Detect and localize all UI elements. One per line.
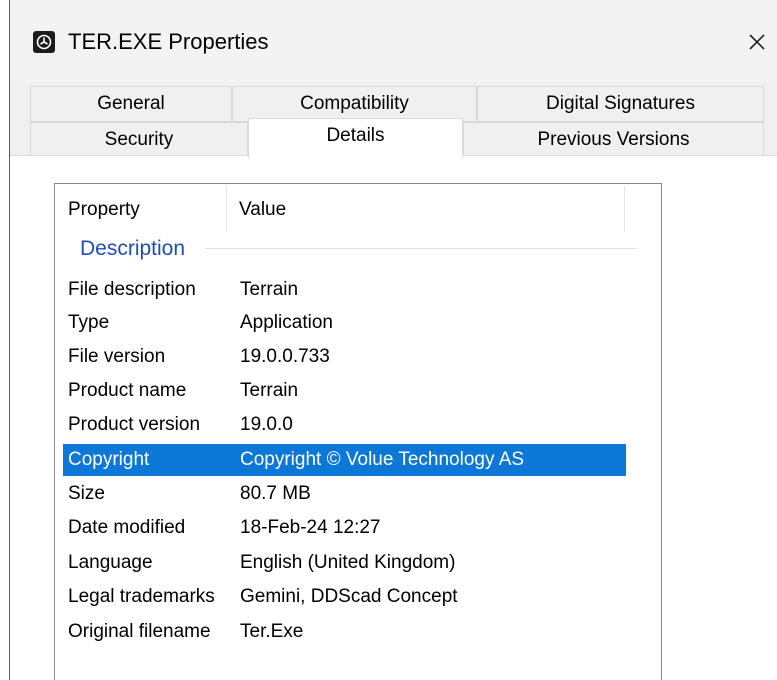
property-name: Language (68, 552, 153, 573)
property-name: Legal trademarks (68, 586, 215, 607)
property-value: Ter.Exe (240, 621, 304, 642)
property-name: Product name (68, 380, 187, 401)
property-value: 19.0.0 (240, 414, 293, 435)
close-icon (749, 34, 765, 50)
terrain-app-icon (33, 31, 55, 53)
property-value: English (United Kingdom) (240, 552, 456, 573)
tab-previous-versions[interactable]: Previous Versions (463, 122, 764, 156)
property-name: Date modified (68, 517, 186, 538)
property-name: File version (68, 346, 166, 367)
tab-details[interactable]: Details (248, 118, 463, 158)
group-header-description: Description (80, 237, 186, 260)
list-item-selected[interactable]: Copyright Copyright © Volue Technology A… (63, 444, 626, 476)
tab-compatibility[interactable]: Compatibility (232, 86, 477, 122)
desktop-edge (0, 0, 10, 680)
property-name: File description (68, 279, 196, 300)
list-item[interactable]: Size 80.7 MB (63, 478, 626, 510)
list-item[interactable]: File description Terrain (63, 274, 626, 306)
column-divider[interactable] (624, 186, 625, 232)
property-name: Copyright (68, 449, 150, 470)
property-value: 18-Feb-24 12:27 (240, 517, 381, 538)
column-divider[interactable] (226, 186, 227, 232)
window-title: TER.EXE Properties (68, 29, 269, 54)
column-header-value[interactable]: Value (239, 198, 286, 222)
property-name: Original filename (68, 621, 211, 642)
property-value: Application (240, 312, 333, 333)
property-name: Size (68, 483, 105, 504)
tab-security[interactable]: Security (30, 122, 248, 156)
close-button[interactable] (742, 27, 772, 57)
property-name: Type (68, 312, 110, 333)
list-item[interactable]: File version 19.0.0.733 (63, 341, 626, 373)
property-value: 19.0.0.733 (240, 346, 330, 367)
property-value: Terrain (240, 380, 299, 401)
list-item[interactable]: Language English (United Kingdom) (63, 547, 626, 579)
property-value: Gemini, DDScad Concept (240, 586, 458, 607)
property-value: Copyright © Volue Technology AS (240, 449, 525, 470)
list-item[interactable]: Product name Terrain (63, 375, 626, 407)
tab-general[interactable]: General (30, 86, 232, 122)
tab-digital-signatures[interactable]: Digital Signatures (477, 86, 764, 122)
tab-strip: General Compatibility Digital Signatures… (10, 82, 777, 162)
list-item[interactable]: Type Application (63, 307, 626, 339)
property-name: Product version (68, 414, 201, 435)
property-value: 80.7 MB (240, 483, 311, 504)
title-bar[interactable]: TER.EXE Properties (10, 0, 777, 82)
property-value: Terrain (240, 279, 299, 300)
group-divider (205, 248, 637, 249)
list-item[interactable]: Original filename Ter.Exe (63, 616, 626, 648)
properties-dialog: TER.EXE Properties General Compatibility… (0, 0, 777, 680)
list-item[interactable]: Product version 19.0.0 (63, 409, 626, 441)
list-item[interactable]: Date modified 18-Feb-24 12:27 (63, 512, 626, 544)
list-item[interactable]: Legal trademarks Gemini, DDScad Concept (63, 581, 626, 613)
column-header-property[interactable]: Property (68, 198, 140, 222)
